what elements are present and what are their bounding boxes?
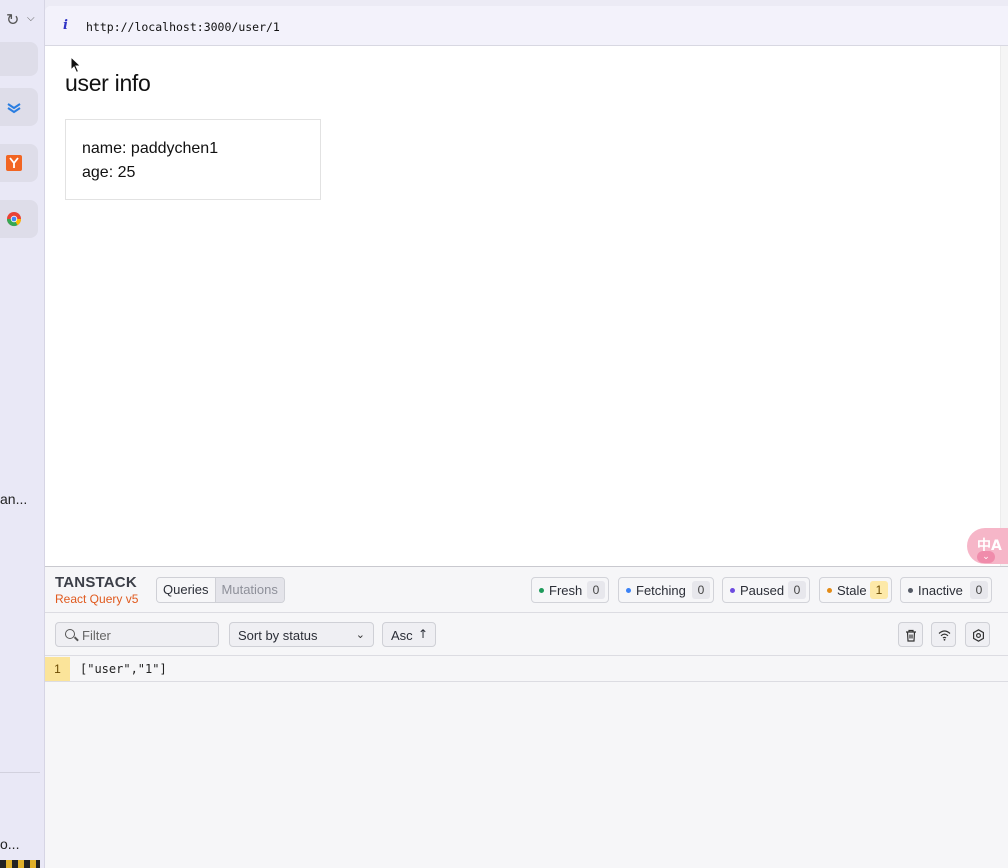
y-badge-icon: [6, 155, 22, 171]
status-dot: [730, 588, 735, 593]
info-icon[interactable]: i: [63, 18, 68, 33]
settings-icon: [973, 629, 984, 642]
reload-icon[interactable]: ↻: [6, 10, 19, 29]
status-dot: [539, 588, 544, 593]
tab-queries[interactable]: Queries: [157, 578, 216, 602]
sidebar-truncated-label[interactable]: an...: [0, 491, 27, 507]
sort-order-label: Asc: [391, 628, 413, 643]
sidebar-tab-layers[interactable]: [0, 88, 38, 126]
sort-value: Sort by status: [238, 628, 318, 643]
tab-mutations[interactable]: Mutations: [215, 578, 284, 602]
view-toggle: Queries Mutations: [156, 577, 285, 603]
status-fetching[interactable]: Fetching 0: [618, 577, 714, 603]
sidebar-tab-blank[interactable]: [0, 42, 38, 76]
ime-floating-widget[interactable]: 中A ⌄: [967, 528, 1008, 564]
status-label: Inactive: [918, 583, 963, 598]
address-bar[interactable]: i http://localhost:3000/user/1: [45, 6, 1008, 46]
chevron-down-icon[interactable]: ⌵: [27, 13, 35, 24]
status-count: 0: [587, 581, 605, 599]
status-fresh[interactable]: Fresh 0: [531, 577, 609, 603]
user-age: age: 25: [82, 164, 136, 181]
filter-placeholder: Filter: [82, 628, 111, 643]
status-paused[interactable]: Paused 0: [722, 577, 810, 603]
status-dot: [908, 588, 913, 593]
status-label: Fresh: [549, 583, 583, 598]
status-stale[interactable]: Stale 1: [819, 577, 892, 603]
sidebar-tab-y[interactable]: [0, 144, 38, 182]
layers-icon: [7, 103, 21, 114]
query-row[interactable]: 1 ["user","1"]: [45, 657, 1008, 682]
react-query-version: React Query v5: [55, 592, 139, 606]
query-key: ["user","1"]: [80, 662, 167, 676]
search-icon: [65, 629, 75, 639]
status-count: 0: [788, 581, 806, 599]
arrow-up-icon: ↑: [418, 627, 429, 641]
devtools-header: TANSTACK React Query v5 Queries Mutation…: [45, 567, 1008, 613]
status-label: Paused: [740, 583, 785, 598]
query-observer-count: 1: [45, 657, 70, 681]
react-query-devtools: TANSTACK React Query v5 Queries Mutation…: [45, 566, 1008, 868]
page-scrollbar[interactable]: [1000, 46, 1008, 566]
user-info-card: name: paddychen1 age: 25: [65, 119, 321, 200]
status-count: 0: [692, 581, 710, 599]
status-label: Stale: [837, 583, 867, 598]
mock-offline-button[interactable]: [931, 622, 956, 647]
status-dot: [827, 588, 832, 593]
sidebar-tab-chrome[interactable]: [0, 200, 38, 238]
clear-cache-button[interactable]: [898, 622, 923, 647]
sort-order-button[interactable]: Asc ↑: [382, 622, 436, 647]
sidebar-bottom-strip: [0, 860, 40, 868]
wifi-icon: [938, 630, 951, 641]
status-label: Fetching: [636, 583, 686, 598]
status-inactive[interactable]: Inactive 0: [900, 577, 992, 603]
trash-icon: [906, 629, 916, 642]
sidebar-divider: [0, 772, 40, 773]
user-name: name: paddychen1: [82, 140, 219, 157]
status-count: 1: [870, 581, 888, 599]
sort-select[interactable]: Sort by status ⌄: [229, 622, 374, 647]
chevron-down-icon: ⌄: [355, 628, 365, 641]
page-title: user info: [65, 70, 151, 96]
chrome-like-icon: [6, 212, 22, 227]
status-count: 0: [970, 581, 988, 599]
chevron-down-icon[interactable]: ⌄: [977, 551, 995, 563]
tanstack-logo[interactable]: TANSTACK: [55, 574, 137, 591]
browser-window: i http://localhost:3000/user/1 user info…: [45, 6, 1008, 868]
url-text[interactable]: http://localhost:3000/user/1: [86, 20, 280, 34]
sidebar-truncated-label[interactable]: o...: [0, 836, 19, 852]
filter-input[interactable]: Filter: [55, 622, 219, 647]
browser-sidebar: ↻ ⌵ an... o...: [0, 0, 45, 868]
status-dot: [626, 588, 631, 593]
settings-button[interactable]: [965, 622, 990, 647]
devtools-toolbar: Filter Sort by status ⌄ Asc ↑: [45, 614, 1008, 656]
